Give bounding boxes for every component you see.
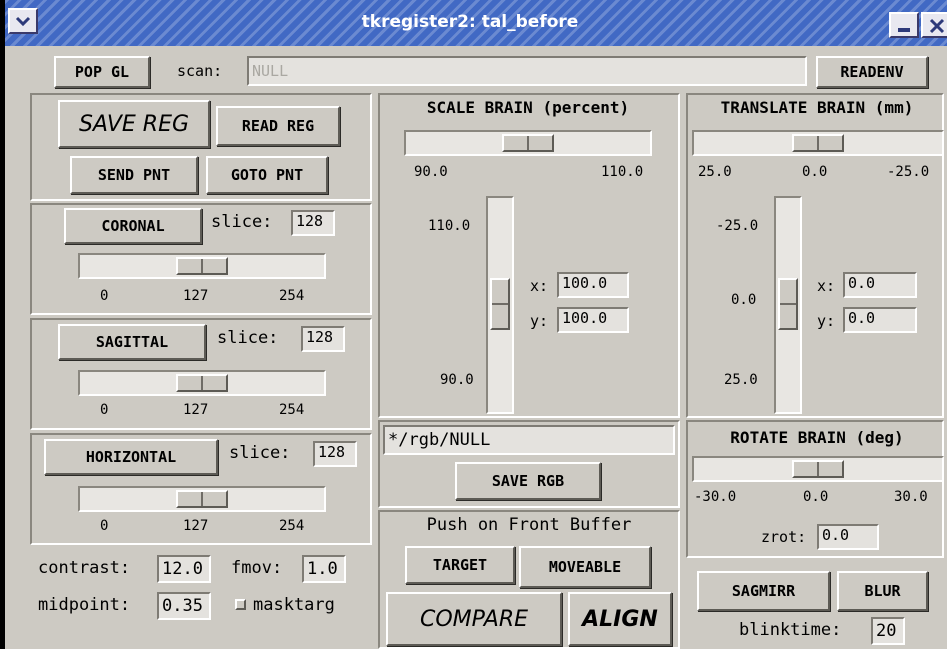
scan-label: scan: [177,62,223,80]
coronal-min-label: 0 [100,288,109,304]
translate-v-mid-label: 0.0 [731,292,757,308]
translate-x-input[interactable]: 0.0 [843,272,917,298]
horizontal-slice-label: slice: [229,443,291,463]
blur-button[interactable]: BLUR [837,571,928,611]
scale-h-min-label: 90.0 [414,164,448,180]
read-reg-button[interactable]: READ REG [216,106,340,146]
translate-h-left-label: 25.0 [698,164,732,180]
window-title: tkregister2: tal_before [361,12,579,32]
translate-v-bottom-label: 25.0 [724,372,758,388]
minimize-icon [898,28,910,32]
readenv-button[interactable]: READENV [816,56,928,88]
translate-v-slider-thumb[interactable] [778,278,798,330]
translate-x-label: x: [817,277,836,295]
fmov-input[interactable]: 1.0 [302,555,346,583]
scale-title: SCALE BRAIN (percent) [426,98,630,117]
horizontal-mid-label: 127 [183,518,209,534]
translate-title: TRANSLATE BRAIN (mm) [720,98,914,117]
scale-v-slider-thumb[interactable] [490,278,510,330]
fmov-label: fmov: [231,558,283,578]
zrot-label: zrot: [761,528,807,546]
coronal-mid-label: 127 [183,288,209,304]
rotate-slider[interactable] [692,456,944,482]
sagittal-mid-label: 127 [183,402,209,418]
translate-v-slider[interactable] [774,196,802,414]
close-icon [929,18,945,34]
translate-h-slider[interactable] [692,130,944,156]
close-button[interactable] [921,12,947,38]
send-pnt-button[interactable]: SEND PNT [70,156,198,194]
coronal-slider[interactable] [78,253,326,279]
align-button[interactable]: ALIGN [568,592,672,646]
translate-h-slider-thumb[interactable] [792,134,844,152]
blinktime-label: blinktime: [739,620,842,640]
coronal-slice-label: slice: [211,212,273,232]
rotate-slider-thumb[interactable] [792,460,844,478]
scale-h-slider-thumb[interactable] [502,134,554,152]
coronal-button[interactable]: CORONAL [64,208,202,244]
rotate-title: ROTATE BRAIN (deg) [730,428,904,447]
minimize-button[interactable] [889,12,919,38]
scale-x-input[interactable]: 100.0 [557,272,629,298]
rgb-path-input[interactable]: */rgb/NULL [383,425,675,455]
sagittal-slider-thumb[interactable] [176,374,228,392]
sagittal-slice-label: slice: [217,328,279,348]
contrast-input[interactable]: 12.0 [157,555,211,583]
coronal-slider-thumb[interactable] [176,257,228,275]
moveable-button[interactable]: MOVEABLE [519,546,651,588]
save-reg-button[interactable]: SAVE REG [58,100,210,148]
translate-y-label: y: [817,312,836,330]
window-menu-button[interactable] [8,8,38,34]
translate-v-top-label: -25.0 [716,218,759,234]
sagmirr-button[interactable]: SAGMIRR [697,571,830,611]
scale-h-max-label: 110.0 [601,164,644,180]
sagittal-min-label: 0 [100,402,109,418]
coronal-slice-input[interactable]: 128 [291,210,335,236]
sagittal-max-label: 254 [279,402,305,418]
goto-pnt-button[interactable]: GOTO PNT [206,156,328,194]
masktarg-label: masktarg [253,595,335,615]
translate-h-right-label: -25.0 [887,164,930,180]
horizontal-slider-thumb[interactable] [176,490,228,508]
horizontal-button[interactable]: HORIZONTAL [44,439,218,475]
midpoint-label: midpoint: [38,595,131,615]
translate-y-input[interactable]: 0.0 [843,307,917,333]
scale-v-top-label: 110.0 [428,218,471,234]
target-button[interactable]: TARGET [405,546,515,584]
horizontal-min-label: 0 [100,518,109,534]
contrast-label: contrast: [38,558,131,578]
sagittal-slider[interactable] [78,370,326,396]
scale-v-bottom-label: 90.0 [440,372,474,388]
save-rgb-button[interactable]: SAVE RGB [455,462,601,500]
horizontal-max-label: 254 [279,518,305,534]
chevron-down-icon [15,16,31,27]
midpoint-input[interactable]: 0.35 [157,592,211,620]
rotate-min-label: -30.0 [694,489,737,505]
zrot-input[interactable]: 0.0 [817,524,879,550]
scan-input[interactable]: NULL [247,56,807,86]
scale-y-label: y: [530,312,549,330]
scale-v-slider[interactable] [486,196,514,414]
rotate-max-label: 30.0 [894,489,928,505]
horizontal-slice-input[interactable]: 128 [313,441,357,467]
translate-h-mid-label: 0.0 [802,164,828,180]
horizontal-slider[interactable] [78,486,326,512]
buffer-label: Push on Front Buffer [426,515,632,535]
compare-button[interactable]: COMPARE [386,592,562,646]
sagittal-slice-input[interactable]: 128 [301,326,345,352]
scale-x-label: x: [530,277,549,295]
scale-y-input[interactable]: 100.0 [557,307,629,333]
masktarg-checkbox[interactable] [235,599,246,610]
pop-gl-button[interactable]: POP GL [54,56,150,88]
coronal-max-label: 254 [279,288,305,304]
sagittal-button[interactable]: SAGITTAL [58,324,206,360]
blinktime-input[interactable]: 20 [871,617,905,645]
scale-h-slider[interactable] [404,130,652,156]
rotate-mid-label: 0.0 [803,489,829,505]
